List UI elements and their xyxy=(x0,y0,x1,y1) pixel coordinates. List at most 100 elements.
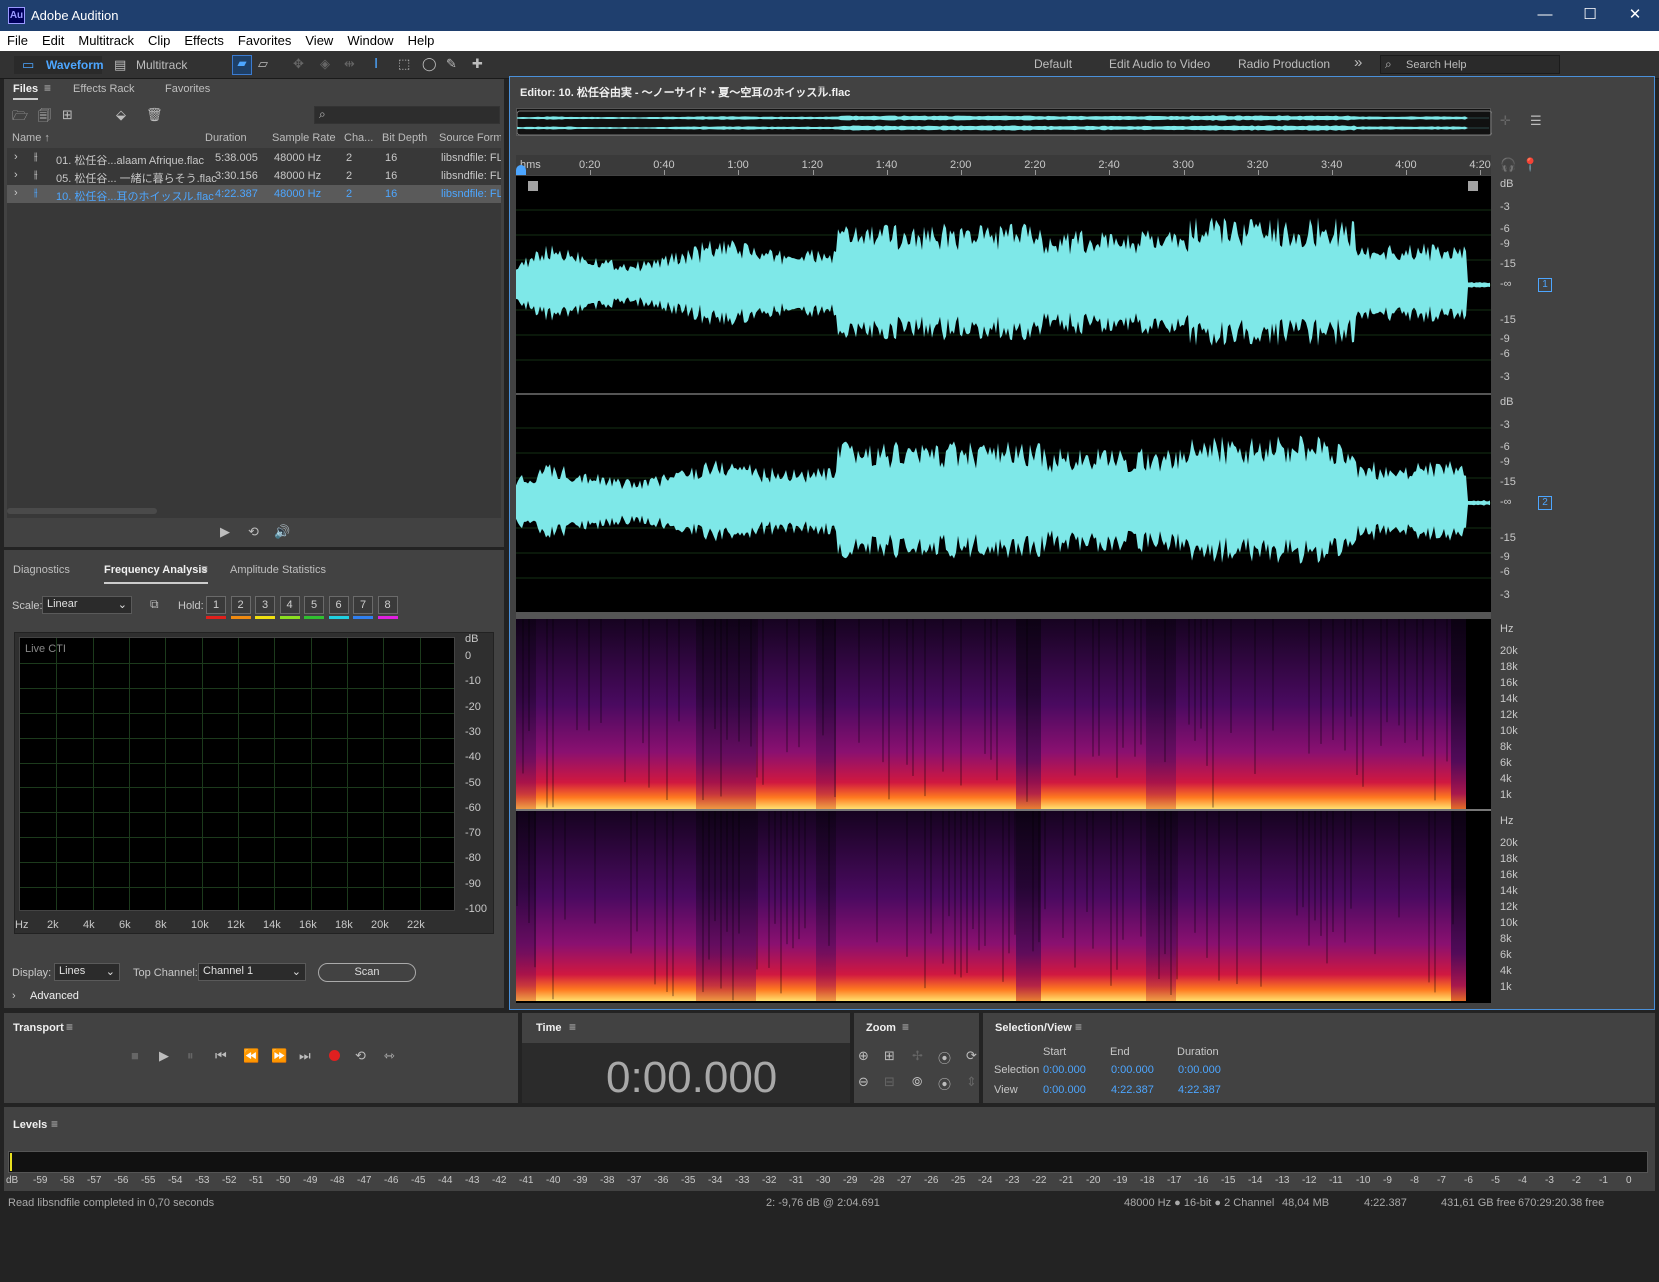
maximize-icon[interactable]: ☐ xyxy=(1580,6,1600,26)
hold-button-6[interactable]: 6 xyxy=(328,596,349,614)
view-duration[interactable]: 4:22.387 xyxy=(1178,1084,1221,1096)
search-help-field[interactable]: ⌕ Search Help xyxy=(1380,55,1560,74)
menu-help[interactable]: Help xyxy=(401,31,442,48)
hold-button-2[interactable]: 2 xyxy=(230,596,251,614)
panel-menu-icon[interactable]: ≡ xyxy=(569,1020,576,1034)
play-icon[interactable]: ▶ xyxy=(220,524,230,540)
razor-tool-icon[interactable]: ◈ xyxy=(320,56,330,72)
hold-button-5[interactable]: 5 xyxy=(304,596,324,614)
pause-icon[interactable]: ⏸ xyxy=(187,1048,194,1064)
spot-healing-icon[interactable]: ✚ xyxy=(472,56,483,72)
zoom-to-fit-icon[interactable]: ⇕ xyxy=(966,1074,977,1090)
scan-button[interactable]: Scan xyxy=(318,963,416,982)
hold-button-7[interactable]: 7 xyxy=(353,596,373,614)
level-meter[interactable] xyxy=(8,1151,1648,1173)
channel-1-badge[interactable]: 1 xyxy=(1538,278,1552,292)
col-sample-rate[interactable]: Sample Rate xyxy=(272,132,336,144)
menu-multitrack[interactable]: Multitrack xyxy=(71,31,141,48)
view-start[interactable]: 0:00.000 xyxy=(1043,1084,1086,1096)
panel-menu-icon[interactable]: ≡ xyxy=(66,1020,73,1034)
menu-effects[interactable]: Effects xyxy=(177,31,231,48)
view-end[interactable]: 4:22.387 xyxy=(1111,1084,1154,1096)
time-display[interactable]: 0:00.000 xyxy=(606,1053,777,1103)
frequency-copy-icon[interactable]: ⧉ xyxy=(150,597,159,612)
col-duration[interactable]: Duration xyxy=(205,132,247,144)
display-dropdown[interactable]: Lines ⌄ xyxy=(54,963,120,981)
new-file-icon[interactable]: ⊞ xyxy=(62,107,73,123)
zoom-in-amplitude-icon[interactable]: ⊕ xyxy=(858,1048,869,1064)
zoom-navigator-icon[interactable]: ✛ xyxy=(1500,113,1511,129)
close-icon[interactable]: ✕ xyxy=(1625,6,1645,26)
menu-file[interactable]: File xyxy=(0,31,35,48)
scale-dropdown[interactable]: Linear ⌄ xyxy=(42,596,132,614)
lasso-tool-icon[interactable]: ◯ xyxy=(422,56,437,72)
menu-favorites[interactable]: Favorites xyxy=(231,31,298,48)
menu-edit[interactable]: Edit xyxy=(35,31,71,48)
open-file-icon[interactable]: 🗁 xyxy=(12,107,28,129)
pin-icon[interactable]: 📍 xyxy=(1522,157,1538,173)
workspace-radio-production[interactable]: Radio Production xyxy=(1238,57,1330,71)
playhead-marker[interactable] xyxy=(516,165,526,175)
panel-menu-icon[interactable]: ≡ xyxy=(1075,1020,1082,1034)
tab-files[interactable]: Files xyxy=(13,83,39,100)
skip-to-end-icon[interactable]: ⏭ xyxy=(299,1048,311,1064)
move-tool-icon[interactable]: ✥ xyxy=(293,56,304,72)
fade-out-handle[interactable] xyxy=(1468,181,1478,191)
editor-settings-icon[interactable]: ☰ xyxy=(1530,113,1542,129)
selection-end[interactable]: 0:00.000 xyxy=(1111,1064,1154,1076)
rewind-icon[interactable]: ⏪ xyxy=(243,1048,259,1064)
panel-menu-icon[interactable]: ≡ xyxy=(51,1117,58,1131)
zoom-out-time-icon[interactable]: ⊟ xyxy=(884,1074,895,1090)
col-bit-depth[interactable]: Bit Depth xyxy=(382,132,427,144)
workspace-default[interactable]: Default xyxy=(1034,57,1072,71)
fast-forward-icon[interactable]: ⏩ xyxy=(271,1048,287,1064)
waveform-display[interactable] xyxy=(516,176,1491,612)
spectral-divider[interactable] xyxy=(516,612,1491,619)
waveform-editor-icon[interactable]: ▰ xyxy=(232,55,252,75)
spectral-display[interactable] xyxy=(516,619,1491,1003)
record-icon[interactable] xyxy=(329,1050,340,1061)
menu-clip[interactable]: Clip xyxy=(141,31,177,48)
hold-button-1[interactable]: 1 xyxy=(206,596,226,614)
tab-effects-rack[interactable]: Effects Rack xyxy=(73,83,135,95)
zoom-out-full-icon[interactable]: ⦿ xyxy=(938,1074,951,1093)
marquee-tool-icon[interactable]: ⬚ xyxy=(398,56,410,72)
time-selection-tool-icon[interactable]: I xyxy=(374,55,378,72)
minimize-icon[interactable]: — xyxy=(1535,6,1555,26)
hold-button-4[interactable]: 4 xyxy=(279,596,300,614)
panel-menu-icon[interactable]: ≡ xyxy=(201,562,208,576)
selection-start[interactable]: 0:00.000 xyxy=(1043,1064,1086,1076)
loop-playback-icon[interactable]: ⟲ xyxy=(355,1048,366,1064)
tab-frequency-analysis[interactable]: Frequency Analysis xyxy=(104,564,208,584)
hold-button-3[interactable]: 3 xyxy=(255,596,275,614)
skip-selection-icon[interactable]: ⇿ xyxy=(384,1048,395,1064)
spectral-view-icon[interactable]: ▱ xyxy=(258,56,268,72)
menu-window[interactable]: Window xyxy=(340,31,400,48)
headphones-icon[interactable]: 🎧 xyxy=(1500,157,1516,173)
more-workspaces-button[interactable]: » xyxy=(1354,54,1362,71)
slip-tool-icon[interactable]: ⇹ xyxy=(344,56,355,72)
advanced-label[interactable]: Advanced xyxy=(30,990,79,1002)
skip-to-start-icon[interactable]: ⏮ xyxy=(215,1048,227,1064)
horizontal-scrollbar[interactable] xyxy=(7,508,157,514)
list-item[interactable]: › ⫲ 01. 松任谷...alaam Afrique.flac 5:38.00… xyxy=(7,149,501,167)
tab-diagnostics[interactable]: Diagnostics xyxy=(13,564,70,576)
tab-amplitude-statistics[interactable]: Amplitude Statistics xyxy=(230,564,326,576)
time-ruler[interactable]: hms 0:20 0:40 1:00 1:20 1:40 2:00 2:20 2:40 3:00 3… xyxy=(516,155,1491,175)
frequency-graph[interactable]: Live CTI xyxy=(19,637,455,911)
multitrack-view-button[interactable]: ▤ Multitrack xyxy=(108,56,198,74)
zoom-reset-icon[interactable]: ⟳ xyxy=(966,1048,977,1064)
hold-button-8[interactable]: 8 xyxy=(377,596,398,614)
panel-menu-icon[interactable]: ≡ xyxy=(44,81,51,95)
menu-view[interactable]: View xyxy=(298,31,340,48)
play-icon[interactable]: ▶ xyxy=(159,1048,169,1064)
panel-menu-icon[interactable]: ≡ xyxy=(902,1020,909,1034)
zoom-out-amplitude-icon[interactable]: ⊖ xyxy=(858,1074,869,1090)
autoplay-icon[interactable]: 🔊 xyxy=(274,524,290,540)
zoom-in-time-icon[interactable]: ⊞ xyxy=(884,1048,895,1064)
waveform-view-button[interactable]: ▭ Waveform xyxy=(14,56,104,74)
zoom-selection-icon[interactable]: ✢ xyxy=(912,1048,923,1064)
zoom-in-point-icon[interactable]: ⦿ xyxy=(938,1048,951,1067)
tab-favorites[interactable]: Favorites xyxy=(165,83,210,95)
selection-duration[interactable]: 0:00.000 xyxy=(1178,1064,1221,1076)
